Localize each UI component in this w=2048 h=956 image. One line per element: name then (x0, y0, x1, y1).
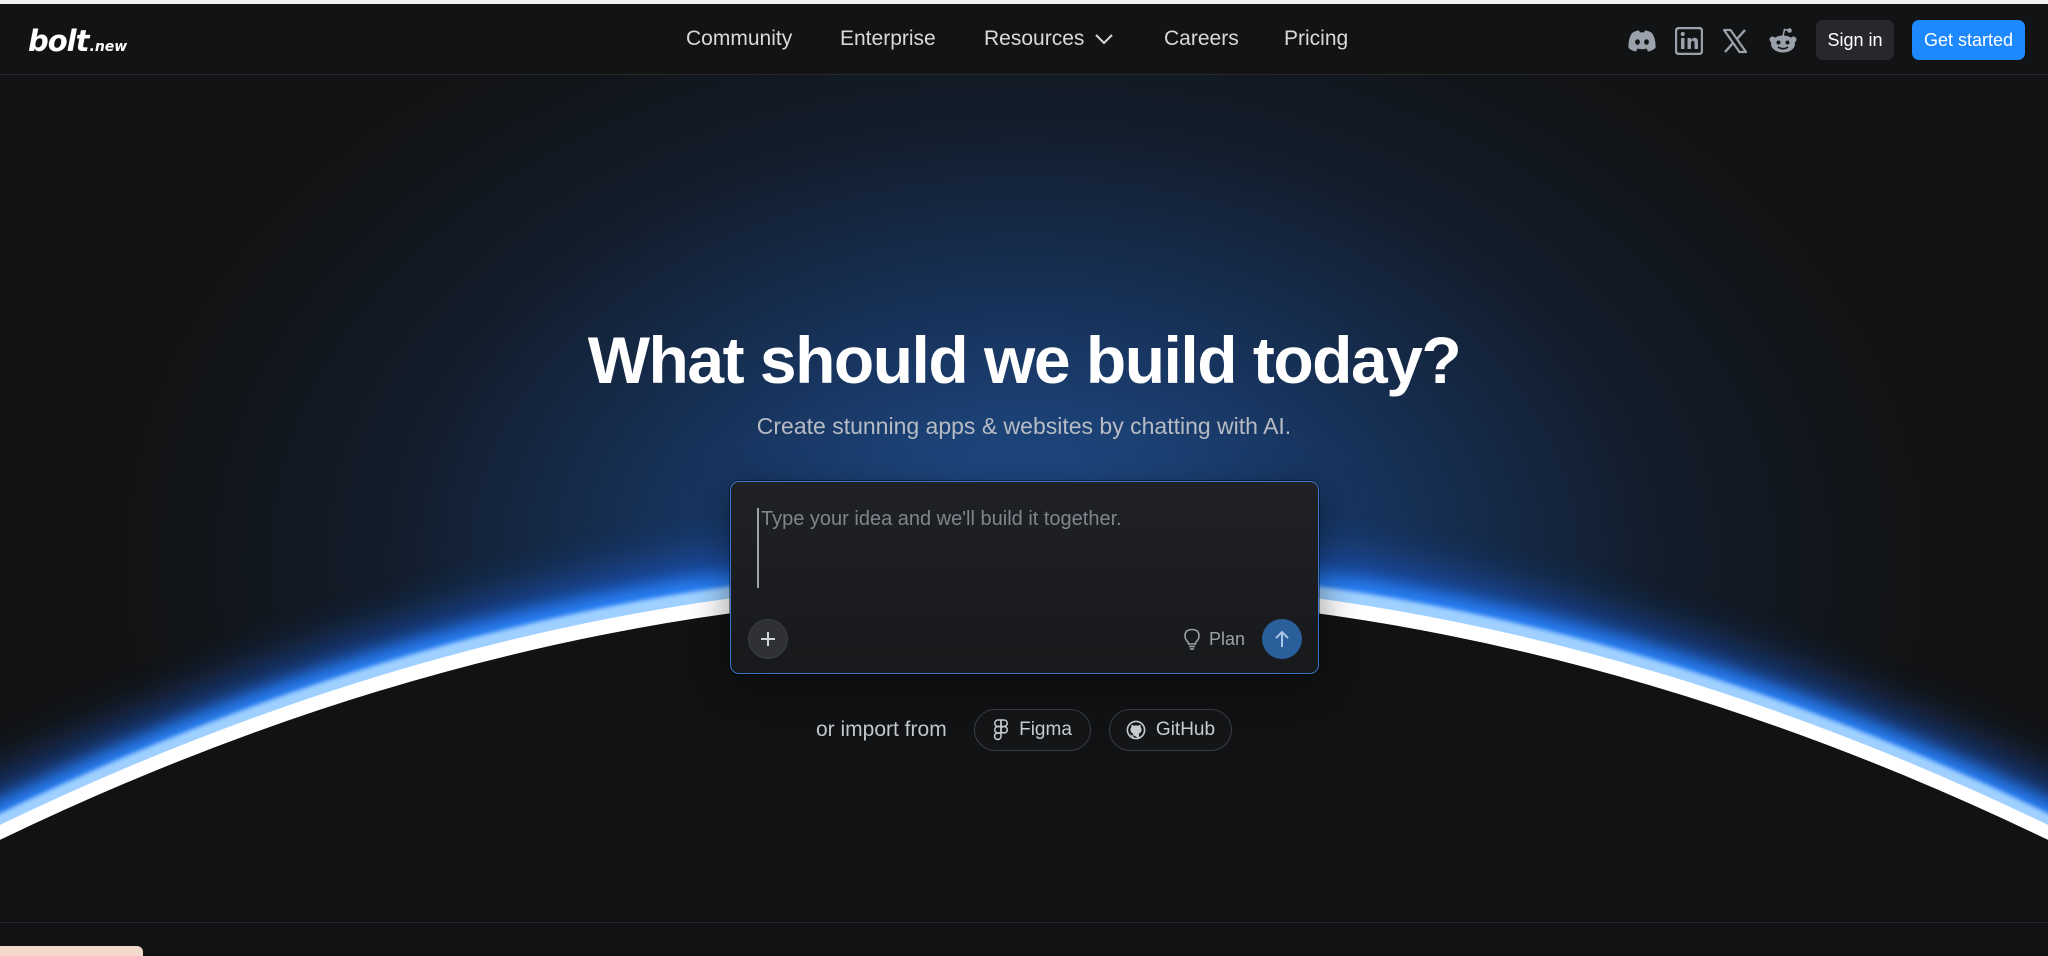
section-divider (0, 922, 2048, 923)
nav-resources-label: Resources (984, 27, 1085, 50)
nav-link-pricing[interactable]: Pricing (1284, 27, 1348, 51)
page: bolt .new Community Enterprise Resources… (0, 0, 2048, 956)
browser-status-tab (0, 946, 143, 956)
browser-top-strip (0, 0, 2048, 4)
github-label: GitHub (1155, 719, 1216, 740)
chevron-down-icon (1095, 34, 1114, 45)
reddit-icon[interactable] (1768, 26, 1798, 56)
send-button[interactable] (1262, 619, 1302, 659)
hero-subtitle: Create stunning apps & websites by chatt… (756, 413, 1292, 439)
lightbulb-icon (1184, 628, 1200, 650)
planet-horizon-arc (0, 535, 2048, 956)
import-row: or import from Figma GitHub (0, 708, 2048, 752)
discord-icon[interactable] (1627, 26, 1657, 56)
hero-title: What should we build today? (587, 323, 1462, 397)
logo-main-text: bolt (28, 24, 89, 58)
x-icon[interactable] (1720, 26, 1750, 56)
nav-link-careers[interactable]: Careers (1164, 27, 1239, 51)
arrow-up-icon (1275, 630, 1289, 647)
nav-link-resources[interactable]: Resources (984, 27, 1114, 51)
plan-button[interactable]: Plan (1183, 624, 1245, 654)
nav-link-enterprise[interactable]: Enterprise (840, 27, 936, 51)
plus-icon (761, 632, 775, 646)
figma-icon (993, 719, 1009, 741)
figma-label: Figma (1019, 719, 1072, 740)
import-label: or import from (816, 718, 947, 741)
import-figma-button[interactable]: Figma (974, 709, 1091, 751)
prompt-input[interactable] (757, 508, 1297, 588)
plan-label: Plan (1209, 628, 1246, 649)
logo-sub-text: .new (89, 39, 128, 55)
sign-in-button[interactable]: Sign in (1816, 20, 1894, 60)
bolt-logo[interactable]: bolt .new (28, 24, 127, 58)
attach-button[interactable] (748, 619, 788, 659)
import-github-button[interactable]: GitHub (1109, 709, 1232, 751)
linkedin-icon[interactable] (1674, 26, 1704, 56)
github-icon (1126, 720, 1146, 740)
nav-link-community[interactable]: Community (686, 27, 792, 51)
get-started-button[interactable]: Get started (1912, 20, 2025, 60)
prompt-box: Plan (730, 481, 1319, 674)
top-navbar: bolt .new Community Enterprise Resources… (0, 4, 2048, 75)
